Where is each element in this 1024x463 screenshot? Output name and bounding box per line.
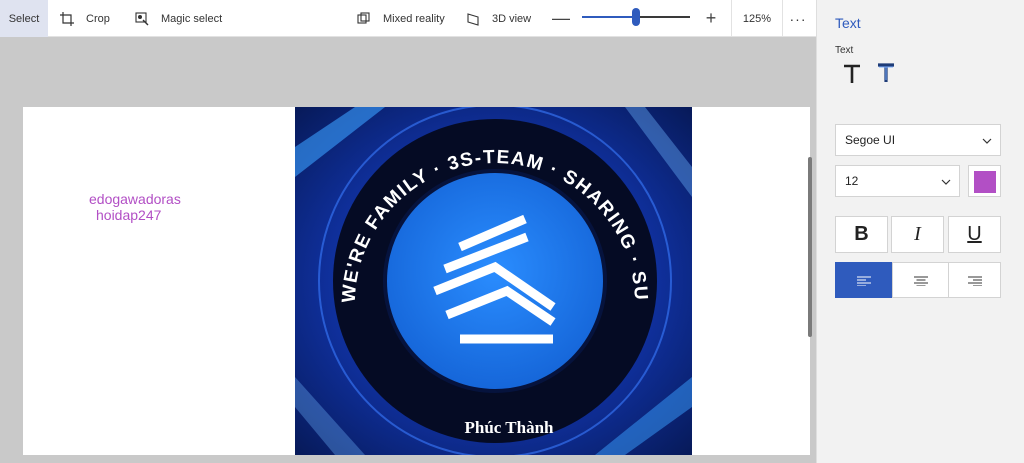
plain-text-button[interactable] [839, 62, 865, 90]
plain-text-icon [843, 64, 861, 89]
vertical-scrollbar[interactable] [808, 157, 812, 337]
font-size-dropdown[interactable]: 12 [835, 165, 960, 197]
select-button[interactable]: Select [0, 0, 48, 37]
align-right-button[interactable] [948, 262, 1001, 298]
more-options-button[interactable]: ··· [788, 0, 808, 37]
photo-caption: Phúc Thành [465, 418, 555, 437]
zoom-slider[interactable] [582, 0, 690, 37]
mixed-reality-icon [357, 11, 371, 26]
zoom-in-button[interactable]: + [703, 0, 719, 37]
chevron-down-icon [982, 135, 992, 145]
canvas-text-line-1: edogawadoras [89, 191, 181, 207]
italic-label: I [914, 223, 921, 245]
view-3d-icon [466, 12, 480, 26]
plus-icon: + [705, 8, 717, 28]
magic-select-button[interactable]: Magic select [135, 0, 222, 37]
zoom-slider-thumb[interactable] [632, 8, 640, 26]
crop-button[interactable]: Crop [60, 0, 110, 37]
align-center-icon [913, 269, 928, 292]
fancy-text-button[interactable] [873, 62, 899, 90]
canvas-text-line-2: hoidap247 [96, 207, 162, 223]
mixed-reality-label: Mixed reality [383, 12, 445, 25]
zoom-slider-fill [582, 16, 632, 18]
view-3d-label: 3D view [492, 12, 532, 25]
align-right-icon [967, 269, 982, 292]
zoom-level-value: 125% [742, 12, 772, 25]
font-family-value: Segoe UI [845, 133, 896, 147]
underline-button[interactable]: U [948, 216, 1001, 253]
align-left-button[interactable] [835, 262, 893, 298]
more-icon: ··· [789, 10, 807, 27]
bold-button[interactable]: B [835, 216, 888, 253]
crop-label: Crop [86, 12, 110, 25]
crop-icon [60, 11, 74, 26]
workspace: edogawadoras hoidap247 WE'RE FAMILY · 3S… [0, 37, 816, 463]
panel-title: Text [835, 15, 861, 31]
panel-subtitle: Text [835, 45, 854, 56]
photo-artwork: WE'RE FAMILY · 3S-TEAM · SHARING · SUPPO… [295, 107, 692, 455]
text-panel: Text Text Segoe UI 12 B I U [816, 0, 1024, 463]
italic-button[interactable]: I [891, 216, 944, 253]
font-size-value: 12 [845, 174, 859, 188]
font-family-dropdown[interactable]: Segoe UI [835, 124, 1001, 156]
text-color-swatch [974, 171, 996, 193]
select-label: Select [8, 12, 40, 25]
magic-select-label: Magic select [161, 12, 223, 25]
text-color-button[interactable] [968, 165, 1001, 197]
toolbar: Select Crop Magic select Mixed reality 3… [0, 0, 816, 37]
view-3d-button[interactable]: 3D view [466, 0, 531, 37]
underline-label: U [967, 223, 982, 245]
align-left-icon [857, 269, 871, 292]
bold-label: B [854, 223, 869, 245]
minus-icon: — [552, 8, 570, 28]
pasted-photo[interactable]: WE'RE FAMILY · 3S-TEAM · SHARING · SUPPO… [295, 107, 692, 455]
zoom-out-button[interactable]: — [552, 0, 570, 37]
zoom-level[interactable]: 125% [731, 0, 783, 37]
canvas[interactable]: edogawadoras hoidap247 WE'RE FAMILY · 3S… [23, 107, 810, 455]
zoom-slider-track [640, 16, 690, 18]
fancy-text-icon [876, 62, 896, 90]
chevron-down-icon [941, 176, 951, 186]
canvas-text-box[interactable]: edogawadoras hoidap247 [89, 191, 181, 223]
align-center-button[interactable] [892, 262, 949, 298]
mixed-reality-button[interactable]: Mixed reality [357, 0, 445, 37]
magic-select-icon [135, 11, 149, 26]
